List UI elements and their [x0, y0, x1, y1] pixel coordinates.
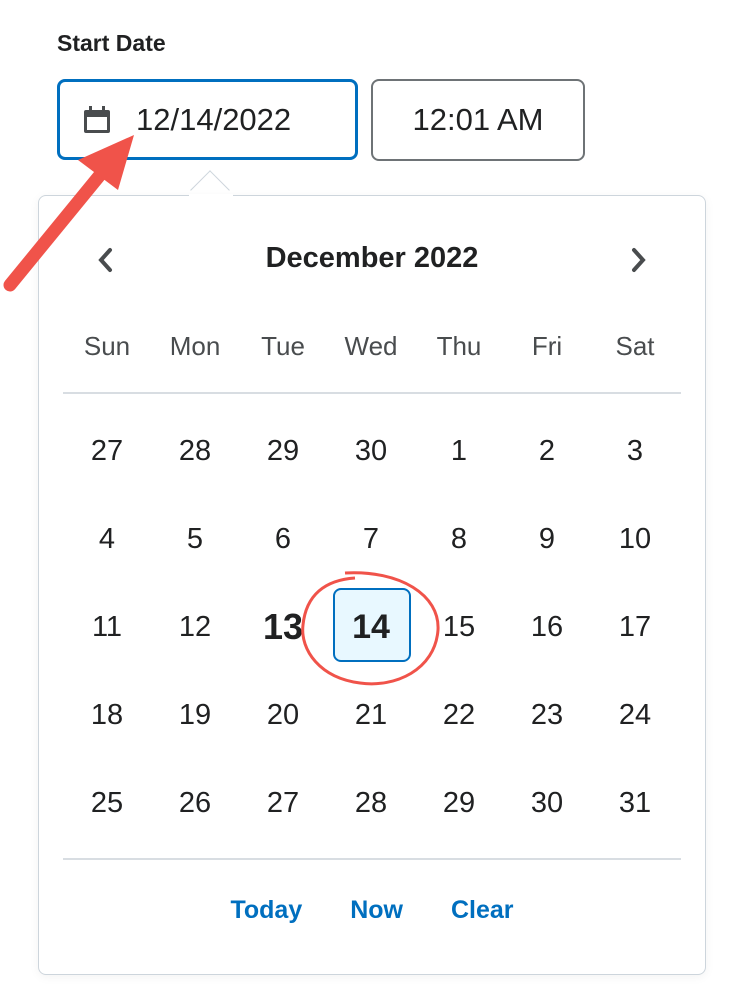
- day-cell[interactable]: 2: [503, 407, 591, 495]
- day-cell[interactable]: 8: [415, 495, 503, 583]
- calendar-popup: December 2022 Sun Mon Tue Wed Thu Fri Sat 27 28…: [38, 194, 706, 975]
- start-date-label: Start Date: [57, 30, 166, 56]
- day-cell[interactable]: 18: [63, 671, 151, 759]
- day-cell[interactable]: 28: [151, 407, 239, 495]
- chevron-right-icon: [632, 248, 646, 272]
- day-cell[interactable]: 9: [503, 495, 591, 583]
- day-cell[interactable]: 11: [63, 583, 151, 671]
- weekday-header: Sun Mon Tue Wed Thu Fri Sat: [63, 326, 683, 366]
- day-cell[interactable]: 24: [591, 671, 679, 759]
- day-cell[interactable]: 22: [415, 671, 503, 759]
- weekday-sat: Sat: [615, 331, 655, 361]
- date-value: 12/14/2022: [136, 101, 292, 137]
- today-button[interactable]: Today: [230, 896, 302, 925]
- day-cell[interactable]: 29: [415, 759, 503, 847]
- day-cell[interactable]: 15: [415, 583, 503, 671]
- day-cell[interactable]: 3: [591, 407, 679, 495]
- day-cell[interactable]: 30: [503, 759, 591, 847]
- divider: [63, 858, 681, 860]
- divider: [63, 392, 681, 394]
- day-cell[interactable]: 28: [327, 759, 415, 847]
- day-cell[interactable]: 1: [415, 407, 503, 495]
- day-cell[interactable]: 26: [151, 759, 239, 847]
- time-value: 12:01 AM: [412, 102, 544, 137]
- calendar-icon: [84, 105, 110, 133]
- clear-button[interactable]: Clear: [451, 896, 514, 925]
- day-cell[interactable]: 12: [151, 583, 239, 671]
- weekday-wed: Wed: [344, 331, 398, 361]
- day-cell[interactable]: 27: [63, 407, 151, 495]
- time-input[interactable]: 12:01 AM: [371, 79, 585, 161]
- day-cell[interactable]: 4: [63, 495, 151, 583]
- day-selected[interactable]: 14: [327, 583, 415, 671]
- day-cell[interactable]: 16: [503, 583, 591, 671]
- weekday-mon: Mon: [169, 331, 221, 361]
- weekday-sun: Sun: [83, 331, 131, 361]
- weekday-tue: Tue: [261, 331, 305, 361]
- day-cell[interactable]: 30: [327, 407, 415, 495]
- day-cell[interactable]: 6: [239, 495, 327, 583]
- day-today[interactable]: 13: [239, 583, 327, 671]
- days-grid: 27 28 29 30 1 2 3 4 5 6 7 8 9 10 11 12 13 14 15 16 17 18 19 20 2…: [63, 407, 683, 847]
- day-cell[interactable]: 29: [239, 407, 327, 495]
- now-button[interactable]: Now: [350, 896, 403, 925]
- day-cell[interactable]: 31: [591, 759, 679, 847]
- day-cell[interactable]: 7: [327, 495, 415, 583]
- day-cell[interactable]: 19: [151, 671, 239, 759]
- month-title: December 2022: [265, 242, 479, 274]
- day-cell[interactable]: 17: [591, 583, 679, 671]
- day-number: 14: [352, 608, 390, 646]
- day-cell[interactable]: 25: [63, 759, 151, 847]
- day-cell[interactable]: 27: [239, 759, 327, 847]
- day-cell[interactable]: 21: [327, 671, 415, 759]
- day-cell[interactable]: 5: [151, 495, 239, 583]
- weekday-thu: Thu: [436, 331, 482, 361]
- day-cell[interactable]: 23: [503, 671, 591, 759]
- day-cell[interactable]: 10: [591, 495, 679, 583]
- date-input[interactable]: 12/14/2022: [57, 79, 358, 160]
- next-month-button[interactable]: [619, 240, 659, 280]
- weekday-fri: Fri: [531, 331, 563, 361]
- day-cell[interactable]: 20: [239, 671, 327, 759]
